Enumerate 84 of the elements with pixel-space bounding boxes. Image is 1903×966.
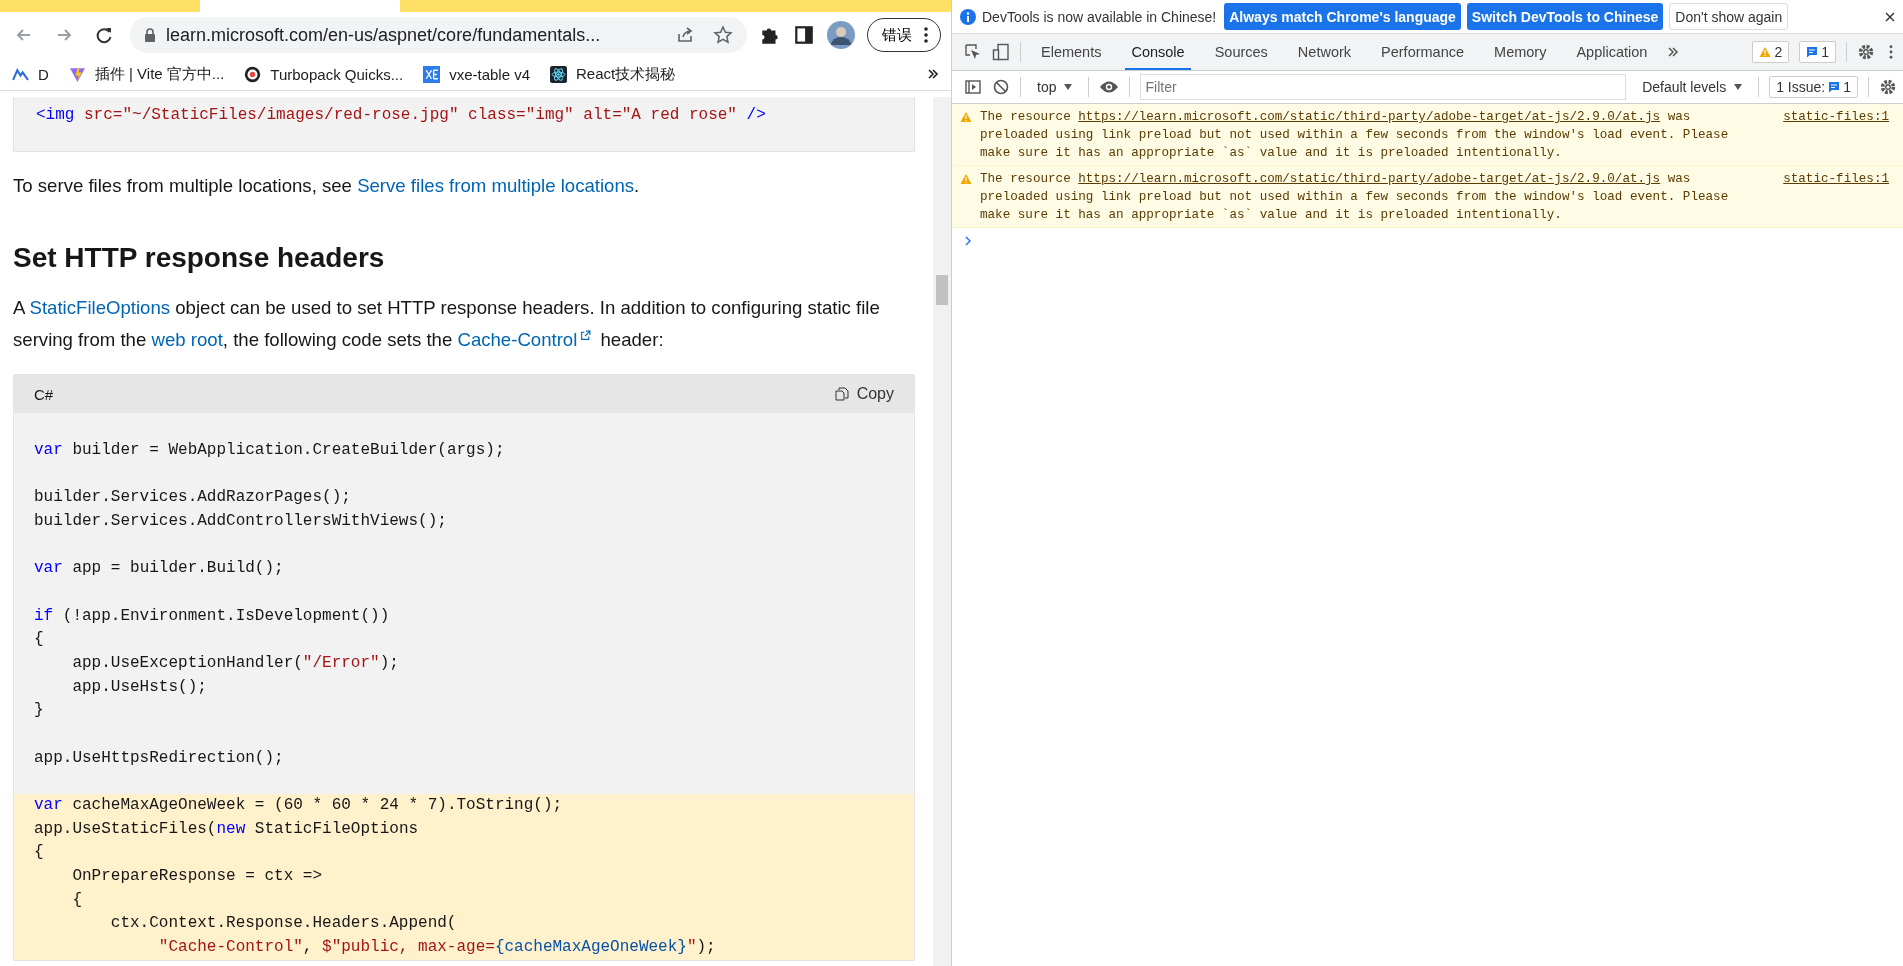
bookmark[interactable]: vxe-table v4 bbox=[449, 65, 531, 83]
message-icon bbox=[1828, 81, 1841, 93]
levels-dropdown[interactable]: Default levels bbox=[1636, 78, 1749, 96]
external-link-icon bbox=[580, 330, 592, 341]
copy-icon bbox=[834, 387, 849, 401]
link[interactable]: Serve files from multiple locations bbox=[357, 175, 635, 196]
warning-icon bbox=[960, 111, 972, 123]
ring-logo-icon bbox=[244, 65, 262, 83]
devtools-tab[interactable]: Performance bbox=[1375, 34, 1471, 70]
source-link[interactable]: static-files:1 bbox=[1783, 170, 1889, 188]
link[interactable]: https://learn.microsoft.com/static/third-party/adobe-target/at-js/2.9.0/at.js bbox=[1078, 172, 1661, 186]
side-panel-icon[interactable] bbox=[793, 24, 815, 46]
code-line: if (!app.Environment.IsDevelopment()) bbox=[33, 605, 391, 627]
messages-badge[interactable]: 1 bbox=[1799, 41, 1836, 63]
share-icon[interactable] bbox=[675, 25, 695, 45]
paragraph: A StaticFileOptions object can be used to set HTTP response headers. In addition to configuring static file serving from the web root, the following code sets the Cache-Control header: bbox=[13, 296, 881, 352]
caret-icon bbox=[1734, 84, 1743, 90]
devtools-tab[interactable]: Network bbox=[1291, 34, 1358, 70]
lock-icon bbox=[144, 28, 156, 42]
settings-icon[interactable] bbox=[1879, 78, 1897, 96]
code-line: var app = builder.Build(); bbox=[33, 558, 285, 580]
device-toolbar-icon[interactable] bbox=[992, 43, 1010, 61]
bookmark[interactable]: 插件 | Vite 官方中... bbox=[94, 64, 225, 84]
infobar-button[interactable]: Switch DevTools to Chinese bbox=[1466, 3, 1664, 30]
devtools-tab[interactable]: Console bbox=[1125, 34, 1191, 70]
atom-icon bbox=[550, 65, 568, 83]
bookmark[interactable]: React技术揭秘 bbox=[576, 64, 676, 84]
star-icon[interactable] bbox=[713, 25, 733, 45]
message-icon bbox=[1806, 46, 1819, 58]
code-line: builder.Services.AddRazorPages(); bbox=[33, 487, 352, 509]
console-message: The resource https://learn.microsoft.com/static/third-party/adobe-target/at-js/2.9.0/at.js was preloaded using link preload but not used within a few seconds from the window's load event. Please make sure it has an appropriate `as` value and it is preloaded intentionally. bbox=[980, 171, 1730, 224]
code-line: { bbox=[33, 629, 45, 651]
triangle-logo-icon bbox=[68, 65, 86, 83]
link[interactable]: StaticFileOptions bbox=[29, 297, 171, 318]
clear-console-icon[interactable] bbox=[992, 78, 1010, 96]
infobar-button[interactable]: Don't show again bbox=[1669, 3, 1789, 30]
close-icon[interactable] bbox=[1885, 11, 1895, 22]
devtools-tab[interactable]: Elements bbox=[1035, 34, 1108, 70]
more-tabs-icon[interactable] bbox=[1667, 45, 1680, 59]
source-link[interactable]: static-files:1 bbox=[1783, 108, 1889, 126]
code-line: <img src="~/StaticFiles/images/red-rose.jpg" class="img" alt="A red rose" /> bbox=[36, 105, 767, 126]
code-line: app.UseExceptionHandler("/Error"); bbox=[71, 652, 400, 674]
settings-icon[interactable] bbox=[1857, 43, 1875, 61]
link[interactable]: web root bbox=[151, 329, 223, 350]
link[interactable]: https://learn.microsoft.com/static/third-party/adobe-target/at-js/2.9.0/at.js bbox=[1078, 110, 1661, 124]
code-line: app.UseHsts(); bbox=[71, 676, 208, 698]
infobar-message: DevTools is now available in Chinese! bbox=[982, 8, 1217, 25]
devtools-tab[interactable]: Sources bbox=[1208, 34, 1274, 70]
prompt-icon[interactable] bbox=[964, 236, 972, 246]
warnings-badge[interactable]: 2 bbox=[1752, 41, 1790, 63]
bookmark[interactable]: D bbox=[38, 65, 49, 83]
scrollbar[interactable] bbox=[933, 97, 951, 966]
warning-icon bbox=[1759, 46, 1772, 58]
eye-icon[interactable] bbox=[1099, 80, 1120, 94]
warning-icon bbox=[960, 173, 972, 185]
devtools-tab[interactable]: Memory bbox=[1488, 34, 1553, 70]
language-label: C# bbox=[34, 385, 54, 403]
section-heading: Set HTTP response headers bbox=[13, 242, 386, 274]
more-icon[interactable] bbox=[924, 27, 928, 43]
profile-button[interactable]: 错误 bbox=[867, 18, 941, 52]
console-message: The resource https://learn.microsoft.com/static/third-party/adobe-target/at-js/2.9.0/at.js was preloaded using link preload but not used within a few seconds from the window's load event. Please make sure it has an appropriate `as` value and it is preloaded intentionally. bbox=[980, 109, 1730, 162]
code-line: app.UseHttpsRedirection(); bbox=[33, 747, 285, 769]
caret-icon bbox=[1064, 84, 1073, 90]
copy-button[interactable]: Copy bbox=[828, 384, 900, 404]
context-dropdown[interactable]: top bbox=[1031, 78, 1079, 96]
bookmark[interactable]: Turbopack Quicks... bbox=[270, 65, 404, 83]
paragraph: To serve files from multiple locations, see Serve files from multiple locations. bbox=[13, 174, 641, 198]
info-icon bbox=[960, 8, 976, 25]
issues-button[interactable]: 1 Issue: 1 bbox=[1769, 76, 1858, 98]
link[interactable]: Cache-Control bbox=[457, 329, 596, 350]
inspect-icon[interactable] bbox=[964, 43, 982, 61]
code-line: var builder = WebApplication.CreateBuilder(args); bbox=[33, 439, 506, 461]
square-logo-icon bbox=[423, 65, 441, 83]
code-line: builder.Services.AddControllersWithViews(); bbox=[33, 510, 448, 532]
reload-icon[interactable] bbox=[94, 25, 114, 45]
address-bar[interactable]: learn.microsoft.com/en-us/aspnet/core/fundamentals... bbox=[130, 17, 747, 53]
infobar-button[interactable]: Always match Chrome's language bbox=[1224, 3, 1461, 30]
url-text: learn.microsoft.com/en-us/aspnet/core/fundamentals... bbox=[166, 24, 602, 46]
filter-field[interactable]: Filter bbox=[1140, 74, 1627, 100]
code-line: } bbox=[33, 700, 45, 722]
devtools-tab[interactable]: Application bbox=[1570, 34, 1654, 70]
sidebar-toggle-icon[interactable] bbox=[964, 78, 982, 96]
avatar-icon[interactable] bbox=[827, 21, 855, 49]
more-bookmarks-icon[interactable] bbox=[927, 68, 939, 80]
